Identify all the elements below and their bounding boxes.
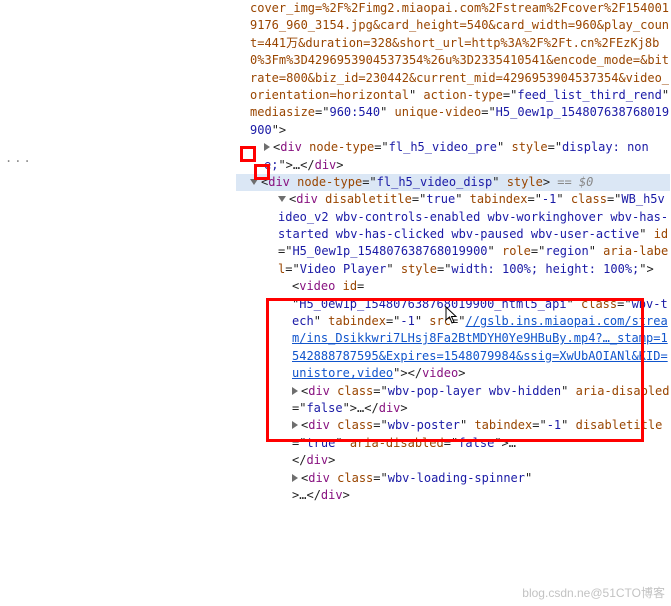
video-element[interactable]: <video id= "H5_0ew1p_154807638768019900_… [250, 278, 670, 382]
attr-block: cover_img=%2F%2Fimg2.miaopai.com%2Fstrea… [250, 0, 670, 139]
watermark: blog.csdn.ne@51CTO博客 [522, 585, 665, 602]
expand-icon[interactable] [264, 143, 270, 151]
expand-icon[interactable] [292, 421, 298, 429]
expand-icon[interactable] [292, 474, 298, 482]
collapse-icon[interactable] [278, 196, 286, 202]
breadcrumb-dots: ... [5, 150, 33, 167]
div-video-disp[interactable]: <div node-type="fl_h5_video_disp" style>… [236, 174, 670, 191]
selected-indicator: == $0 [557, 175, 593, 189]
div-player-wrapper[interactable]: <div disabletitle="true" tabindex="-1" c… [250, 191, 670, 278]
collapse-icon[interactable] [250, 179, 258, 185]
dom-tree[interactable]: cover_img=%2F%2Fimg2.miaopai.com%2Fstrea… [250, 0, 670, 504]
expand-icon[interactable] [292, 387, 298, 395]
div-loading-spinner[interactable]: <div class="wbv-loading-spinner" >…</div… [250, 470, 670, 505]
div-video-pre[interactable]: <div node-type="fl_h5_video_pre" style="… [250, 139, 670, 174]
div-pop-layer[interactable]: <div class="wbv-pop-layer wbv-hidden" ar… [250, 383, 670, 418]
elements-gutter: ... [0, 0, 240, 606]
div-poster[interactable]: <div class="wbv-poster" tabindex="-1" di… [250, 417, 670, 469]
